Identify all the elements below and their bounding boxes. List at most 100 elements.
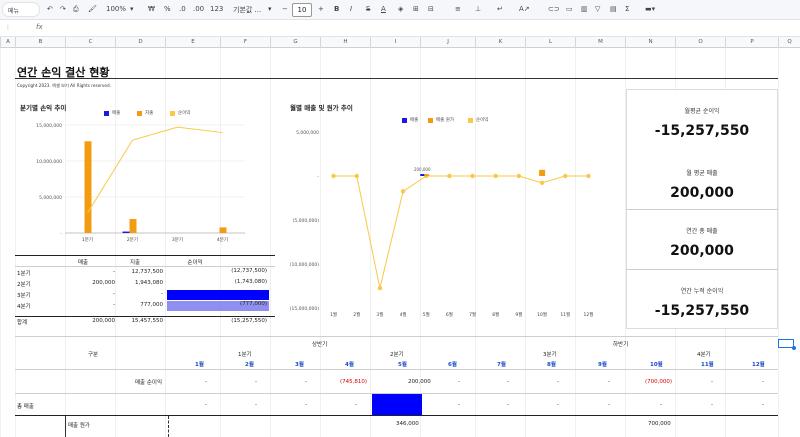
- decimal-decrease-button[interactable]: .0: [179, 5, 186, 13]
- legend-label: 매출 원가: [436, 118, 454, 123]
- column-header[interactable]: J: [420, 37, 475, 48]
- cell-value: -: [711, 379, 713, 385]
- print-icon[interactable]: ⎙: [73, 5, 79, 14]
- selection-handle[interactable]: [792, 346, 796, 350]
- link-icon[interactable]: ⊂⊃: [548, 5, 560, 13]
- redo-icon[interactable]: ↷: [60, 5, 66, 13]
- fx-icon: fx: [36, 23, 43, 31]
- cell-sales: -: [113, 302, 115, 308]
- column-header[interactable]: A: [0, 37, 15, 48]
- decimal-increase-button[interactable]: .00: [193, 5, 204, 13]
- highlight-cell[interactable]: [372, 394, 422, 415]
- sigma-button[interactable]: Σ: [625, 5, 629, 13]
- currency-button[interactable]: ₩: [148, 5, 155, 13]
- chart-icon[interactable]: ▥: [581, 5, 588, 13]
- row-label: 3분기: [17, 293, 31, 299]
- kpi-value: -15,257,550: [654, 303, 750, 319]
- x-tick-label: 12월: [583, 311, 593, 318]
- cell-value: -: [255, 402, 257, 408]
- data-label: 200,000: [414, 167, 431, 172]
- x-tick-label: 7월: [469, 311, 476, 318]
- column-header[interactable]: Q: [778, 37, 800, 48]
- toolbar: 메뉴 ↶ ↷ ⎙ 🖌 100% ▾ ₩ % .0 .00 123 기본값 ...…: [0, 0, 800, 20]
- quarter-label: 4분기: [697, 352, 711, 358]
- profit-point: [331, 173, 336, 179]
- x-tick-label: 9월: [515, 311, 522, 318]
- column-header[interactable]: K: [475, 37, 525, 48]
- cell-value: -: [205, 402, 207, 408]
- kpi-label: 연간 누적 순이익: [680, 288, 724, 295]
- formula-input[interactable]: [48, 23, 788, 34]
- percent-button[interactable]: %: [164, 5, 171, 13]
- functions-icon[interactable]: ▤: [610, 5, 617, 13]
- month-label: 2월: [245, 362, 254, 368]
- strikethrough-button[interactable]: S: [366, 5, 370, 13]
- cell-value: -: [608, 402, 610, 408]
- month-label: 10월: [650, 362, 663, 368]
- plus-icon[interactable]: +: [318, 5, 324, 13]
- font-select[interactable]: 기본값 ...: [233, 5, 261, 15]
- merge-icon[interactable]: ⊟: [428, 5, 434, 13]
- column-header[interactable]: M: [575, 37, 625, 48]
- bar-sales: [122, 231, 130, 233]
- column-header[interactable]: I: [370, 37, 420, 48]
- kpi-value: -15,257,550: [654, 123, 750, 139]
- month-label: 11월: [701, 362, 714, 368]
- column-header[interactable]: F: [220, 37, 270, 48]
- zoom-select[interactable]: 100%: [106, 5, 126, 13]
- row-label: 1분기: [17, 271, 31, 277]
- text-color-button[interactable]: A: [381, 5, 386, 13]
- quarter-chart: 15,000,000 10,000,000 5,000,000 - 1분기 2분기 3분기 4…: [36, 123, 245, 243]
- column-header[interactable]: L: [525, 37, 575, 48]
- cell-profit: (12,737,500): [231, 268, 267, 274]
- cell-profit: (777,000): [167, 301, 269, 311]
- bar-expense: [84, 141, 92, 233]
- month-label: 8월: [547, 362, 556, 368]
- valign-icon[interactable]: ⊥: [475, 5, 481, 13]
- cell-value: -: [305, 402, 307, 408]
- row-border: [168, 416, 169, 437]
- column-header[interactable]: C: [65, 37, 115, 48]
- font-size-input[interactable]: 10: [292, 3, 312, 17]
- x-tick-label: 3월: [376, 311, 383, 318]
- name-box[interactable]: 메뉴: [2, 2, 40, 17]
- cell-value: (700,000): [645, 379, 673, 385]
- wrap-icon[interactable]: ↵: [497, 5, 503, 13]
- half-label: 상반기: [312, 342, 328, 348]
- table-top-border: [15, 255, 275, 256]
- column-header[interactable]: N: [625, 37, 675, 48]
- row-divider: [15, 415, 778, 416]
- line-profit: [333, 175, 589, 289]
- profit-point: [493, 173, 498, 179]
- undo-icon[interactable]: ↶: [47, 5, 53, 13]
- column-header[interactable]: B: [15, 37, 65, 48]
- y-tick-label: (10,000,000): [290, 262, 320, 268]
- filter-icon[interactable]: ▽: [595, 5, 600, 13]
- comment-icon[interactable]: ▭: [566, 5, 573, 13]
- paint-format-icon[interactable]: 🖌: [88, 5, 97, 13]
- row-label: 매출 원가: [68, 423, 90, 429]
- rotate-icon[interactable]: A↗: [519, 5, 530, 13]
- column-header[interactable]: D: [115, 37, 165, 48]
- format-123-button[interactable]: 123: [210, 5, 223, 13]
- fill-color-icon[interactable]: ◈: [398, 5, 403, 13]
- table-header: 매출: [77, 260, 89, 266]
- x-tick-label: 1분기: [82, 236, 93, 243]
- summary-table: 매출 지출 순이익 1분기 - 12,737,500 (12,737,500) 2분기 200,…: [15, 255, 275, 330]
- column-header[interactable]: G: [270, 37, 320, 48]
- legend-swatch-profit: [468, 118, 473, 123]
- column-header[interactable]: O: [675, 37, 725, 48]
- column-header[interactable]: H: [320, 37, 370, 48]
- italic-button[interactable]: I: [350, 5, 352, 13]
- borders-icon[interactable]: ⊞: [413, 5, 419, 13]
- align-icon[interactable]: ≡: [455, 5, 461, 13]
- bold-button[interactable]: B: [334, 5, 339, 13]
- month-label: 7월: [497, 362, 506, 368]
- column-header[interactable]: E: [165, 37, 220, 48]
- color-swatch-icon[interactable]: ▬▾: [645, 5, 655, 13]
- kpi-label: 월평균 순이익: [684, 108, 720, 115]
- column-header[interactable]: P: [725, 37, 778, 48]
- y-tick-label: 5,000,000: [296, 130, 319, 136]
- cell-expense: -: [161, 291, 163, 297]
- minus-icon[interactable]: −: [282, 5, 288, 13]
